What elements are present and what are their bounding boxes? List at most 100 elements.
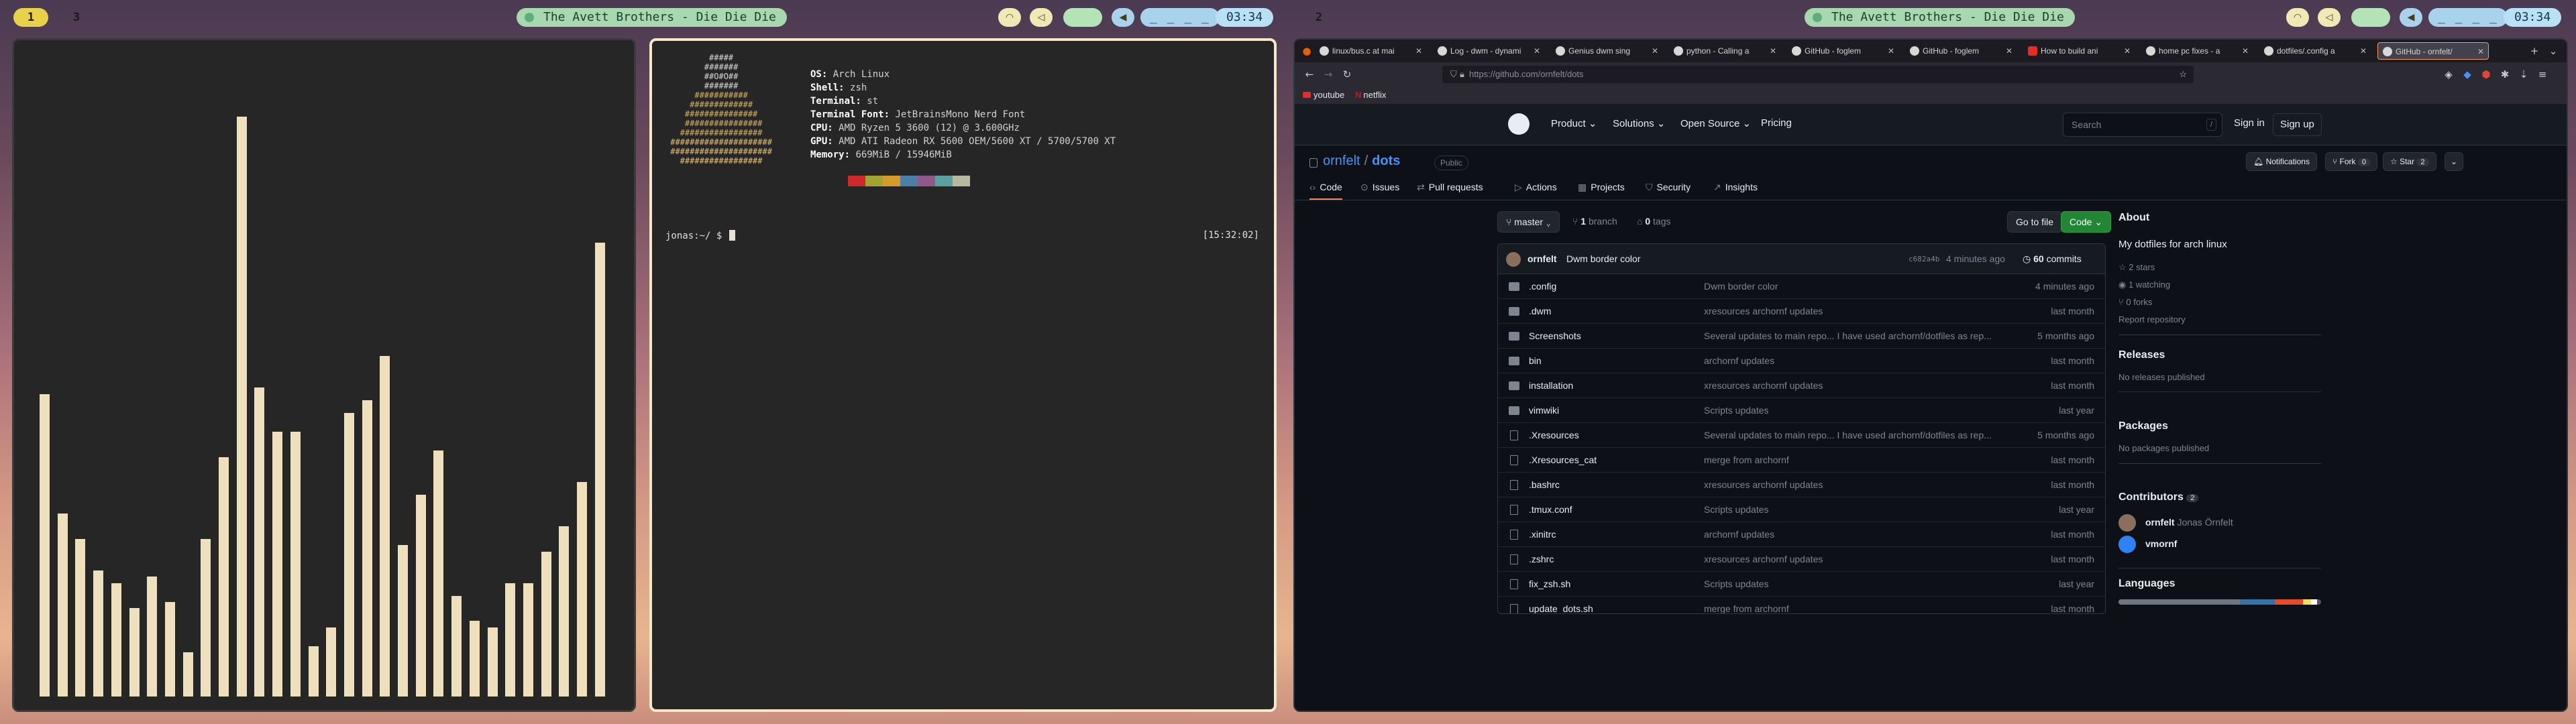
repo-name-link[interactable]: dots: [1372, 154, 1400, 168]
file-commit-message[interactable]: archornf updates: [1704, 522, 2019, 546]
bookmark-netflix[interactable]: Nnetflix: [1355, 89, 1386, 101]
commit-author[interactable]: ornfelt: [1527, 253, 1557, 264]
menu-icon[interactable]: ≡: [2536, 68, 2549, 81]
downloads-icon[interactable]: ⇣: [2517, 68, 2530, 81]
file-commit-message[interactable]: xresources archornf updates: [1704, 373, 2019, 398]
file-name[interactable]: .Xresources: [1529, 423, 1579, 447]
repo-tab-security[interactable]: ⛉ Security: [1646, 182, 1690, 193]
shell-prompt[interactable]: jonas:~/ $: [665, 230, 735, 241]
browser-tab[interactable]: How to build ani ✕: [2023, 42, 2135, 60]
browser-tab[interactable]: GitHub - foglem ✕: [1905, 42, 2017, 60]
file-row[interactable]: Screenshots Several updates to main repo.…: [1498, 324, 2105, 349]
file-name[interactable]: Screenshots: [1529, 324, 1581, 348]
file-commit-message[interactable]: Dwm border color: [1704, 274, 2019, 298]
forward-icon[interactable]: →: [1322, 68, 1335, 81]
file-commit-message[interactable]: Several updates to main repo... I have u…: [1704, 324, 2019, 348]
file-commit-message[interactable]: Scripts updates: [1704, 497, 2019, 522]
commit-sha[interactable]: c682a4b: [1909, 255, 1939, 263]
file-name[interactable]: .config: [1529, 274, 1556, 298]
file-name[interactable]: installation: [1529, 373, 1573, 398]
file-name[interactable]: update_dots.sh: [1529, 597, 1593, 613]
repo-tab-code[interactable]: ‹› Code: [1309, 182, 1342, 200]
browser-tab[interactable]: linux/bus.c at mai ✕: [1315, 42, 1426, 60]
adblock-icon[interactable]: ⬢: [2479, 68, 2493, 81]
browser-tab[interactable]: Genius dwm sing ✕: [1551, 42, 1662, 60]
branch-count[interactable]: ⑂ 1 branch: [1572, 216, 1617, 227]
star-dropdown-icon[interactable]: ⌄: [2445, 152, 2464, 171]
sign-in-link[interactable]: Sign in: [2234, 117, 2265, 129]
watching-link[interactable]: ◉ 1 watching: [2118, 280, 2170, 290]
extension-icon[interactable]: ◆: [2461, 68, 2474, 81]
repo-tab-actions[interactable]: ▷ Actions: [1515, 182, 1557, 193]
new-tab-icon[interactable]: +: [2528, 44, 2541, 58]
file-commit-message[interactable]: xresources archornf updates: [1704, 299, 2019, 323]
close-tab-icon[interactable]: ✕: [2006, 42, 2012, 60]
browser-tab[interactable]: dotfiles/.config a ✕: [2259, 42, 2371, 60]
terminal-window[interactable]: ##### ####### ##O#O## ####### ##########…: [649, 38, 1277, 712]
url-bar[interactable]: ⛉ 🔒︎ https://github.com/ornfelt/dots ☆: [1442, 66, 2194, 83]
repo-tab-projects[interactable]: ▦ Projects: [1578, 182, 1625, 193]
file-row[interactable]: installation xresources archornf updates l…: [1498, 373, 2105, 398]
file-row[interactable]: .bashrc xresources archornf updates last m…: [1498, 473, 2105, 497]
stars-link[interactable]: ☆ 2 stars: [2118, 262, 2155, 273]
fork-button[interactable]: ⑂ Fork 0: [2325, 152, 2378, 171]
branch-select[interactable]: ⑂ master ⌄: [1497, 211, 1560, 233]
close-tab-icon[interactable]: ✕: [1888, 42, 1894, 60]
file-name[interactable]: bin: [1529, 349, 1542, 373]
close-tab-icon[interactable]: ✕: [1415, 42, 1422, 60]
file-row[interactable]: .xinitrc archornf updates last month: [1498, 522, 2105, 547]
nav-pricing[interactable]: Pricing: [1761, 117, 1792, 129]
tags-count[interactable]: ⌂ 0 tags: [1637, 216, 1671, 227]
workspace-1[interactable]: 1: [13, 8, 48, 27]
repo-owner-link[interactable]: ornfelt: [1323, 154, 1360, 168]
search-input[interactable]: Search /: [2063, 113, 2222, 137]
browser-tab[interactable]: GitHub - foglem ✕: [1787, 42, 1898, 60]
file-name[interactable]: .zshrc: [1529, 547, 1554, 571]
code-button[interactable]: Code ⌄: [2061, 211, 2112, 233]
file-row[interactable]: .tmux.conf Scripts updates last year: [1498, 497, 2105, 522]
file-commit-message[interactable]: Several updates to main repo... I have u…: [1704, 423, 2019, 447]
now-playing-right[interactable]: The Avett Brothers - Die Die Die: [1805, 8, 2075, 27]
sign-up-button[interactable]: Sign up: [2273, 113, 2322, 136]
repo-tab-issues[interactable]: ⊙ Issues: [1360, 182, 1399, 193]
commit-message[interactable]: Dwm border color: [1566, 253, 1640, 264]
back-icon[interactable]: ←: [1303, 68, 1316, 81]
repo-tab-pull-requests[interactable]: ⇄ Pull requests: [1417, 182, 1483, 193]
reload-icon[interactable]: ↻: [1340, 68, 1354, 81]
file-commit-message[interactable]: archornf updates: [1704, 349, 2019, 373]
file-commit-message[interactable]: xresources archornf updates: [1704, 547, 2019, 571]
file-name[interactable]: .bashrc: [1529, 473, 1560, 497]
releases-heading[interactable]: Releases: [2118, 349, 2165, 361]
file-row[interactable]: .config Dwm border color 4 minutes ago: [1498, 274, 2105, 299]
file-row[interactable]: fix_zsh.sh Scripts updates last year: [1498, 572, 2105, 597]
file-row[interactable]: .Xresources_cat merge from archornf last m…: [1498, 448, 2105, 473]
volume-indicator[interactable]: [1063, 8, 1102, 27]
file-commit-message[interactable]: Scripts updates: [1704, 572, 2019, 596]
browser-tab[interactable]: python - Calling a ✕: [1669, 42, 1780, 60]
notifications-button[interactable]: 🔔︎ Notifications: [2246, 152, 2317, 171]
file-name[interactable]: fix_zsh.sh: [1529, 572, 1570, 596]
browser-tab[interactable]: Log - dwm - dynami ✕: [1433, 42, 1544, 60]
file-row[interactable]: bin archornf updates last month: [1498, 349, 2105, 373]
close-tab-icon[interactable]: ✕: [2360, 42, 2367, 60]
close-tab-icon[interactable]: ✕: [2477, 43, 2484, 59]
workspace-2[interactable]: 2: [1301, 8, 1336, 27]
bookmark-star-icon[interactable]: ☆: [2179, 66, 2187, 83]
file-commit-message[interactable]: Scripts updates: [1704, 398, 2019, 422]
extensions-icon[interactable]: ✱: [2498, 68, 2512, 81]
close-tab-icon[interactable]: ✕: [1534, 42, 1540, 60]
file-row[interactable]: .Xresources Several updates to main repo.…: [1498, 423, 2105, 448]
browser-tab[interactable]: home pc fixes - a ✕: [2141, 42, 2253, 60]
github-logo-icon[interactable]: [1508, 113, 1529, 135]
file-name[interactable]: vimwiki: [1529, 398, 1559, 422]
volume-mute-icon[interactable]: ◁: [1030, 8, 1053, 27]
now-playing[interactable]: The Avett Brothers - Die Die Die: [517, 8, 787, 27]
nav-product[interactable]: Product ⌄: [1551, 117, 1597, 129]
file-row[interactable]: update_dots.sh merge from archornf last mo…: [1498, 597, 2105, 613]
close-tab-icon[interactable]: ✕: [1652, 42, 1658, 60]
wifi-icon[interactable]: ◠: [2286, 8, 2309, 27]
file-commit-message[interactable]: merge from archornf: [1704, 448, 2019, 472]
forks-link[interactable]: ⑂ 0 forks: [2118, 297, 2152, 307]
wifi-icon[interactable]: ◠: [998, 8, 1021, 27]
bookmark-youtube[interactable]: youtube: [1303, 89, 1344, 101]
